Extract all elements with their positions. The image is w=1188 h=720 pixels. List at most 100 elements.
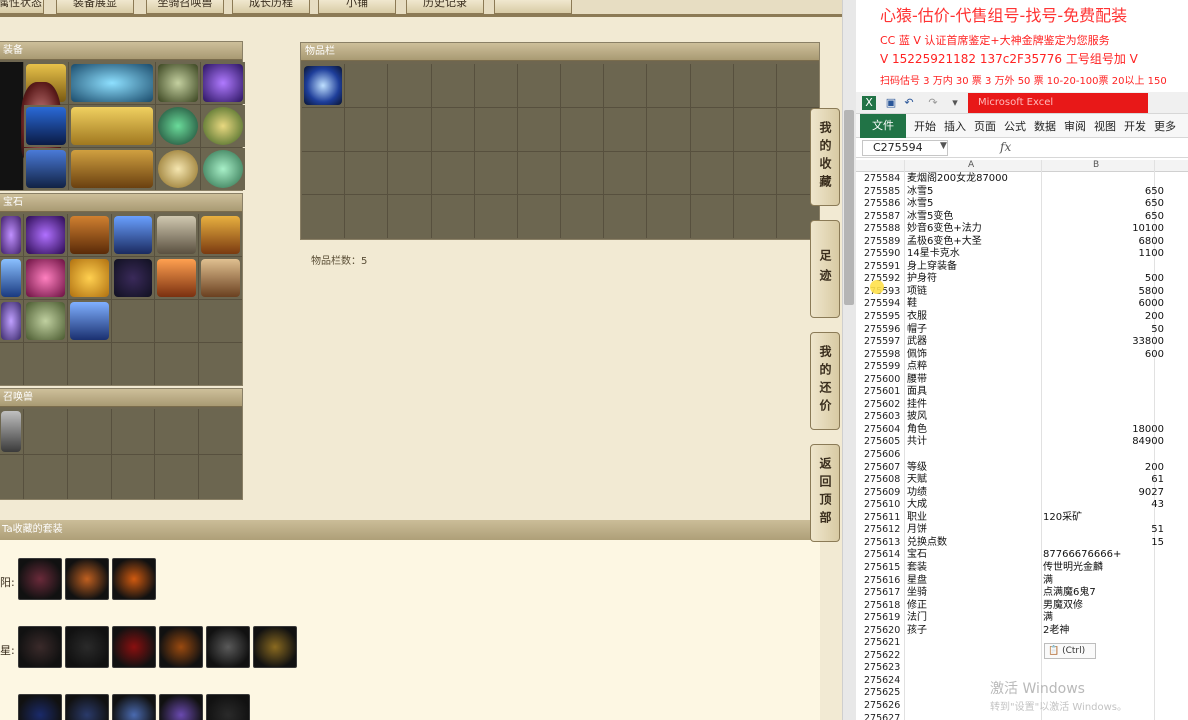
cell-b[interactable]: 87766676666+ [1043, 549, 1121, 562]
bag-slot[interactable] [345, 107, 388, 151]
row-number[interactable]: 275618 [864, 600, 904, 613]
cell-a[interactable]: 挂件 [907, 399, 927, 412]
equip-slot[interactable] [69, 105, 155, 147]
cell-a[interactable]: 14星卡克水 [907, 248, 960, 261]
cell-a[interactable]: 冰雪5 [907, 198, 933, 211]
gem-slot[interactable] [199, 257, 242, 299]
bag-slot[interactable] [604, 195, 647, 238]
pet-slot[interactable] [0, 409, 23, 454]
row-number[interactable]: 275591 [864, 261, 904, 274]
gem-slot[interactable] [111, 300, 155, 342]
gem-slot[interactable] [0, 343, 23, 385]
cell-a[interactable]: 腰带 [907, 374, 927, 387]
bag-slot[interactable] [388, 64, 431, 107]
cell-b[interactable]: 2老神 [1043, 625, 1069, 638]
col-header-a[interactable]: A [968, 160, 974, 170]
row-number[interactable]: 275611 [864, 512, 904, 525]
cell-a[interactable]: 帽子 [907, 324, 927, 337]
pet-slot[interactable] [155, 454, 199, 499]
cell-b[interactable]: 18000 [1132, 424, 1164, 437]
bag-slot[interactable] [474, 107, 517, 151]
bag-slot[interactable] [561, 151, 604, 195]
bag-slot[interactable] [388, 195, 431, 238]
bag-slot[interactable] [302, 64, 345, 107]
bag-slot[interactable] [776, 64, 819, 107]
cell-b[interactable]: 33800 [1132, 336, 1164, 349]
gem-slot[interactable] [24, 257, 67, 299]
equip-slot[interactable] [201, 148, 245, 190]
row-number[interactable]: 275610 [864, 499, 904, 512]
equip-slot[interactable] [156, 148, 200, 190]
row-number[interactable]: 275600 [864, 374, 904, 387]
tab-6[interactable]: 历史记录 [406, 0, 484, 14]
costume-thumbnail[interactable] [206, 694, 250, 720]
cell-b[interactable]: 满 [1043, 575, 1053, 588]
gem-slot[interactable] [0, 257, 23, 299]
bag-slot[interactable] [647, 151, 690, 195]
equip-slot[interactable] [201, 62, 245, 104]
pet-slot[interactable] [0, 454, 23, 499]
cell-a[interactable]: 麦烟阁200女龙87000 [907, 173, 1008, 186]
ribbon-tab-4[interactable]: 公式 [1004, 118, 1026, 134]
gem-slot[interactable] [111, 214, 155, 256]
cell-b[interactable]: 10100 [1132, 223, 1164, 236]
pet-slot[interactable] [155, 409, 199, 454]
bag-slot[interactable] [517, 151, 560, 195]
costume-thumbnail[interactable] [112, 558, 156, 600]
cell-b[interactable]: 43 [1151, 499, 1164, 512]
bag-slot[interactable] [474, 151, 517, 195]
customize-toolbar-icon[interactable]: ▾ [948, 96, 962, 110]
ribbon-tab-9[interactable]: 更多 [1154, 118, 1176, 134]
cell-a[interactable]: 功绩 [907, 487, 927, 500]
cell-b[interactable]: 点满魔6鬼7 [1043, 587, 1096, 600]
cell-b[interactable]: 200 [1145, 462, 1164, 475]
row-number[interactable]: 275602 [864, 399, 904, 412]
redo-icon[interactable]: ↷ [926, 96, 940, 110]
cell-b[interactable]: 200 [1145, 311, 1164, 324]
cell-a[interactable]: 职业 [907, 512, 927, 525]
gem-slot[interactable] [24, 343, 67, 385]
cell-a[interactable]: 修正 [907, 600, 927, 613]
costume-thumbnail[interactable] [112, 694, 156, 720]
row-number[interactable]: 275604 [864, 424, 904, 437]
cell-a[interactable]: 点粹 [907, 361, 927, 374]
cell-b[interactable]: 满 [1043, 612, 1053, 625]
cell-a[interactable]: 披风 [907, 411, 927, 424]
gem-slot[interactable] [199, 214, 242, 256]
bag-slot[interactable] [345, 195, 388, 238]
ribbon-tab-0[interactable]: 文件 [860, 114, 906, 138]
row-number[interactable]: 275595 [864, 311, 904, 324]
bag-slot[interactable] [431, 64, 474, 107]
gem-slot[interactable] [155, 214, 199, 256]
row-number[interactable]: 275627 [864, 713, 904, 720]
ribbon-tab-2[interactable]: 插入 [944, 118, 966, 134]
cell-a[interactable]: 天赋 [907, 474, 927, 487]
cell-b[interactable]: 传世明光金麟 [1043, 562, 1103, 575]
bag-slot[interactable] [647, 64, 690, 107]
row-number[interactable]: 275599 [864, 361, 904, 374]
pet-slot[interactable] [199, 454, 242, 499]
gem-slot[interactable] [67, 343, 111, 385]
cell-b[interactable]: 9027 [1139, 487, 1164, 500]
bag-slot[interactable] [733, 195, 776, 238]
row-number[interactable]: 275609 [864, 487, 904, 500]
cell-a[interactable]: 项链 [907, 286, 927, 299]
cell-a[interactable]: 共计 [907, 436, 927, 449]
tab-2[interactable]: 装备展显 [56, 0, 134, 14]
equip-slot[interactable] [24, 105, 68, 147]
row-number[interactable]: 275586 [864, 198, 904, 211]
cell-b[interactable]: 84900 [1132, 436, 1164, 449]
pet-slot[interactable] [199, 409, 242, 454]
row-number[interactable]: 275584 [864, 173, 904, 186]
cell-a[interactable]: 星盘 [907, 575, 927, 588]
gem-slot[interactable] [67, 300, 111, 342]
equip-slot[interactable] [201, 105, 245, 147]
cell-a[interactable]: 鞋 [907, 298, 917, 311]
costume-thumbnail[interactable] [206, 626, 250, 668]
row-number[interactable]: 275619 [864, 612, 904, 625]
cell-b[interactable]: 600 [1145, 349, 1164, 362]
row-number[interactable]: 275623 [864, 662, 904, 675]
row-number[interactable]: 275616 [864, 575, 904, 588]
cell-a[interactable]: 宝石 [907, 549, 927, 562]
cell-a[interactable]: 套装 [907, 562, 927, 575]
